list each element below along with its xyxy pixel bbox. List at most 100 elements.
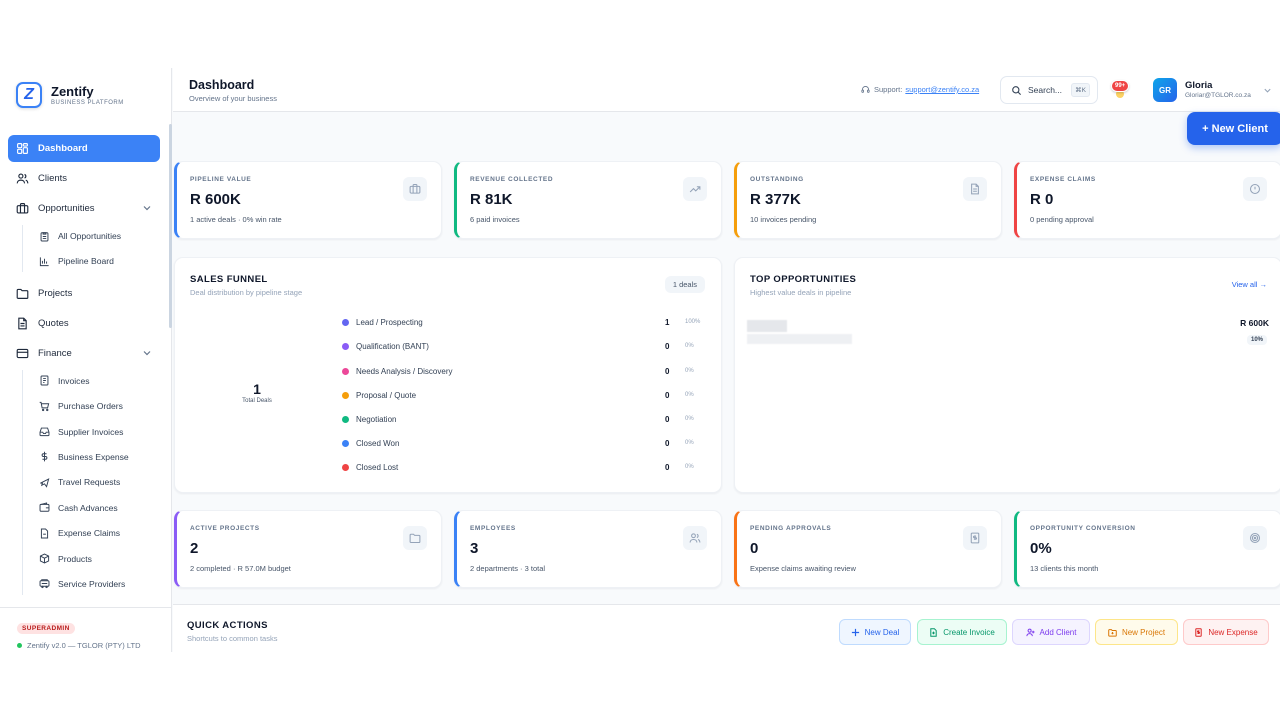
sidebar-item-label: Clients <box>38 173 68 184</box>
brand[interactable]: Z Zentify BUSINESS PLATFORM <box>16 82 124 108</box>
quick-actions-title: QUICK ACTIONS <box>187 620 268 631</box>
sidebar-item-finance[interactable]: Finance <box>8 340 160 367</box>
sidebar-item-opportunities[interactable]: Opportunities <box>8 195 160 222</box>
sidebar-item-pipeline-board[interactable]: Pipeline Board <box>31 250 160 272</box>
deals-count-badge: 1 deals <box>664 276 705 293</box>
new-expense-button[interactable]: New Expense <box>1183 619 1269 645</box>
plus-icon <box>851 628 859 636</box>
sidebar-item-label: Quotes <box>38 317 69 329</box>
top-opportunities-subtitle: Highest value deals in pipeline <box>750 288 852 297</box>
stage-name: Needs Analysis / Discovery <box>356 366 453 376</box>
search-button[interactable]: Search... ⌘K <box>1000 76 1098 104</box>
sidebar-item-all-opportunities[interactable]: All Opportunities <box>31 225 160 247</box>
funnel-stage[interactable]: Qualification (BANT) 0 0% <box>342 339 702 353</box>
version-info: Zentify v2.0 — TGLOR (PTY) LTD <box>17 641 172 650</box>
sidebar-item-invoices[interactable]: Invoices <box>31 370 160 392</box>
stage-count: 0 <box>665 390 670 400</box>
stat-label: REVENUE COLLECTED <box>470 176 554 183</box>
stat-label: ACTIVE PROJECTS <box>190 525 260 532</box>
stat-label: EMPLOYEES <box>470 525 516 532</box>
new-client-button[interactable]: + New Client <box>1187 112 1280 145</box>
user-plus-icon <box>1025 628 1035 636</box>
funnel-stage[interactable]: Lead / Prospecting 1 100% <box>342 315 702 329</box>
stage-color-dot <box>342 342 349 350</box>
page-subtitle: Overview of your business <box>189 94 277 103</box>
user-name[interactable]: Gloria <box>1185 80 1212 91</box>
total-deals-value: 1 <box>253 381 261 397</box>
stat-value: R 377K <box>750 191 801 208</box>
stat-value: R 600K <box>190 191 241 208</box>
chevron-down-icon[interactable] <box>1263 86 1272 95</box>
file-icon <box>40 528 49 539</box>
version-text: Zentify v2.0 — TGLOR (PTY) LTD <box>27 641 141 650</box>
top-opportunities-card: TOP OPPORTUNITIES Highest value deals in… <box>734 257 1280 493</box>
sidebar-item-quotes[interactable]: Quotes <box>8 310 160 337</box>
stat-value: 3 <box>470 540 479 557</box>
quick-actions-bar: QUICK ACTIONS Shortcuts to common tasks … <box>173 604 1280 652</box>
stat-card-expense-claims[interactable]: EXPENSE CLAIMS R 0 0 pending approval <box>1014 161 1280 239</box>
sidebar-item-purchase-orders[interactable]: Purchase Orders <box>31 395 160 417</box>
stat-subtext: 13 clients this month <box>1030 564 1099 573</box>
button-label: Add Client <box>1039 627 1077 637</box>
sidebar-item-business-expense[interactable]: Business Expense <box>31 446 160 468</box>
stat-value: 2 <box>190 540 199 557</box>
button-label: New Deal <box>864 627 900 637</box>
avatar[interactable]: GR <box>1153 78 1177 102</box>
stat-card-revenue-collected[interactable]: REVENUE COLLECTED R 81K 6 paid invoices <box>454 161 722 239</box>
stat-subtext: 10 invoices pending <box>750 215 817 224</box>
stage-count: 1 <box>665 317 670 327</box>
stat-card-pipeline-value[interactable]: PIPELINE VALUE R 600K 1 active deals · 0… <box>174 161 442 239</box>
new-deal-button[interactable]: New Deal <box>839 619 911 645</box>
sidebar-item-dashboard[interactable]: Dashboard <box>8 135 160 162</box>
funnel-stage[interactable]: Closed Won 0 0% <box>342 436 702 450</box>
sidebar-item-cash-advances[interactable]: Cash Advances <box>31 497 160 519</box>
trending-up-icon <box>683 177 707 201</box>
sidebar-item-label: Service Providers <box>58 578 126 589</box>
folder-icon <box>16 288 29 299</box>
stat-card-outstanding[interactable]: OUTSTANDING R 377K 10 invoices pending <box>734 161 1002 239</box>
sidebar-item-label: Cash Advances <box>58 502 118 513</box>
funnel-stage[interactable]: Closed Lost 0 0% <box>342 460 702 474</box>
user-email: Gloriar@TGLOR.co.za <box>1185 92 1251 99</box>
sidebar: Z Zentify BUSINESS PLATFORM Dashboard Cl… <box>0 68 172 652</box>
sidebar-item-projects[interactable]: Projects <box>8 280 160 307</box>
stat-label: PENDING APPROVALS <box>750 525 832 532</box>
briefcase-icon <box>403 177 427 201</box>
stat-card-employees[interactable]: EMPLOYEES 3 2 departments · 3 total <box>454 510 722 588</box>
support-email-link[interactable]: support@zentify.co.za <box>905 85 979 94</box>
sidebar-item-supplier-invoices[interactable]: Supplier Invoices <box>31 421 160 443</box>
funnel-stage[interactable]: Proposal / Quote 0 0% <box>342 388 702 402</box>
funnel-stage[interactable]: Needs Analysis / Discovery 0 0% <box>342 364 702 378</box>
sidebar-item-label: Finance <box>38 347 72 359</box>
view-all-link[interactable]: View all → <box>1232 280 1267 289</box>
shopping-cart-icon <box>39 401 50 411</box>
stat-card-opportunity-conversion[interactable]: OPPORTUNITY CONVERSION 0% 13 clients thi… <box>1014 510 1280 588</box>
create-invoice-button[interactable]: Create Invoice <box>917 619 1007 645</box>
add-client-button[interactable]: Add Client <box>1012 619 1090 645</box>
new-project-button[interactable]: New Project <box>1095 619 1178 645</box>
chevron-down-icon[interactable] <box>142 348 152 358</box>
funnel-stage[interactable]: Negotiation 0 0% <box>342 412 702 426</box>
receipt-icon <box>40 375 49 386</box>
stage-name: Negotiation <box>356 414 397 424</box>
chevron-down-icon[interactable] <box>142 203 152 213</box>
folder-icon <box>403 526 427 550</box>
stage-percent: 0% <box>685 343 694 349</box>
stat-card-pending-approvals[interactable]: PENDING APPROVALS 0 Expense claims await… <box>734 510 1002 588</box>
stage-count: 0 <box>665 341 670 351</box>
sidebar-item-clients[interactable]: Clients <box>8 165 160 192</box>
redacted-name <box>747 320 787 332</box>
sidebar-item-service-providers[interactable]: Service Providers <box>31 573 160 595</box>
sidebar-item-products[interactable]: Products <box>31 548 160 570</box>
stage-percent: 0% <box>685 416 694 422</box>
button-label: New Expense <box>1208 627 1258 637</box>
opportunity-probability: 10% <box>1246 335 1267 345</box>
search-icon <box>1012 85 1022 95</box>
notification-badge[interactable]: 99+ <box>1111 80 1130 92</box>
stage-percent: 100% <box>685 319 701 325</box>
sidebar-scrollbar[interactable] <box>169 124 172 328</box>
sidebar-item-expense-claims[interactable]: Expense Claims <box>31 522 160 544</box>
sidebar-item-label: All Opportunities <box>58 231 122 241</box>
sidebar-item-travel-requests[interactable]: Travel Requests <box>31 471 160 493</box>
stat-card-active-projects[interactable]: ACTIVE PROJECTS 2 2 completed · R 57.0M … <box>174 510 442 588</box>
